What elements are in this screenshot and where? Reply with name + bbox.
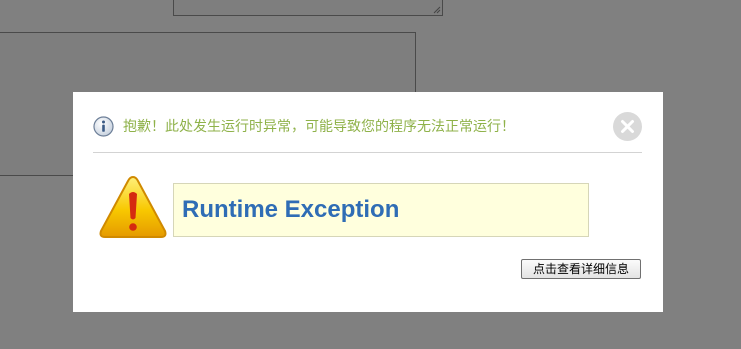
close-button[interactable] <box>613 112 642 141</box>
resize-grip-icon <box>433 6 441 14</box>
warning-icon <box>99 175 167 238</box>
view-details-button[interactable]: 点击查看详细信息 <box>521 259 641 279</box>
exception-box: Runtime Exception <box>173 183 589 237</box>
background-textarea <box>173 0 443 16</box>
error-message: 抱歉！此处发生运行时异常，可能导致您的程序无法正常运行！ <box>123 119 515 135</box>
divider <box>93 152 642 153</box>
close-icon <box>621 120 634 133</box>
info-icon <box>93 116 114 137</box>
exception-dialog: 抱歉！此处发生运行时异常，可能导致您的程序无法正常运行！ Runtime Exc… <box>73 92 663 312</box>
exception-title: Runtime Exception <box>182 196 400 223</box>
screen: 抱歉！此处发生运行时异常，可能导致您的程序无法正常运行！ Runtime Exc… <box>0 0 741 349</box>
